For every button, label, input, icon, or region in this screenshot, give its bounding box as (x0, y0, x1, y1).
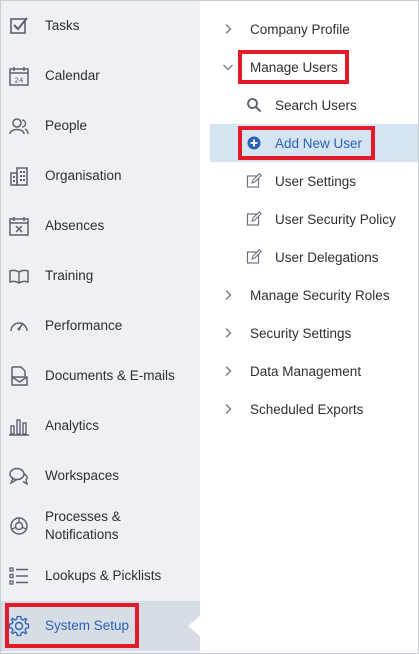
menu-item-manage-users[interactable]: Manage Users (200, 48, 418, 86)
checkbox-icon (8, 15, 30, 37)
sidebar-item-label: Tasks (45, 18, 80, 33)
menu-item-company-profile[interactable]: Company Profile (200, 10, 418, 48)
sidebar-item-label: People (45, 118, 88, 133)
gauge-icon (8, 315, 30, 337)
process-icon (8, 515, 30, 537)
chevron-right-icon (225, 327, 232, 339)
menu-item-label: Manage Users (250, 59, 338, 75)
menu-item-scheduled-exports[interactable]: Scheduled Exports (200, 390, 418, 428)
sidebar-item-label: Analytics (45, 418, 100, 433)
sidebar-item-label: System Setup (45, 618, 130, 633)
sidebar-item-organisation[interactable]: Organisation (1, 151, 200, 201)
menu-item-label: User Delegations (275, 249, 379, 265)
sidebar-item-processes[interactable]: Processes & Notifications (1, 501, 200, 551)
sidebar-item-label: Lookups & Picklists (45, 568, 162, 583)
menu-item-data-management[interactable]: Data Management (200, 352, 418, 390)
calendar-icon: 24 (8, 65, 30, 87)
sidebar-item-calendar[interactable]: 24 Calendar (1, 51, 200, 101)
sidebar-item-workspaces[interactable]: Workspaces (1, 451, 200, 501)
edit-icon (246, 249, 262, 264)
sidebar-item-absences[interactable]: Absences (1, 201, 200, 251)
gear-icon (8, 615, 30, 637)
sidebar-item-label-line1: Processes & (45, 509, 121, 524)
sidebar-item-documents[interactable]: Documents & E-mails (1, 351, 200, 401)
sidebar-item-label-line2: Notifications (45, 527, 119, 542)
menu-item-label: Company Profile (250, 21, 350, 37)
chevron-right-icon (225, 23, 232, 35)
sidebar-item-lookups[interactable]: Lookups & Picklists (1, 551, 200, 601)
menu-item-label: User Settings (275, 173, 357, 189)
menu-item-manage-security-roles[interactable]: Manage Security Roles (200, 276, 418, 314)
sidebar-item-label: Training (45, 268, 94, 283)
sidebar-item-performance[interactable]: Performance (1, 301, 200, 351)
building-icon (8, 165, 30, 187)
sidebar-item-label: Calendar (45, 68, 100, 83)
bar-chart-icon (8, 415, 30, 437)
plus-circle-icon (247, 136, 261, 150)
chevron-right-icon (225, 365, 232, 377)
sidebar: Tasks 24 Calendar People Organisation Ab… (1, 1, 201, 653)
chevron-right-icon (225, 403, 232, 415)
sidebar-item-label: Documents & E-mails (45, 368, 175, 383)
menu-item-label: Add New User (275, 135, 363, 151)
menu-item-security-settings[interactable]: Security Settings (200, 314, 418, 352)
sidebar-item-tasks[interactable]: Tasks (1, 1, 200, 51)
menu-item-label: Search Users (275, 97, 357, 113)
sidebar-item-label: Organisation (45, 168, 122, 183)
menu-item-search-users[interactable]: Search Users (200, 86, 418, 124)
sidebar-item-label: Processes & Notifications (45, 508, 121, 544)
edit-icon (246, 173, 262, 188)
calendar-x-icon (8, 215, 30, 237)
sidebar-item-analytics[interactable]: Analytics (1, 401, 200, 451)
sidebar-item-system-setup[interactable]: System Setup (1, 601, 201, 651)
sidebar-item-people[interactable]: People (1, 101, 200, 151)
document-mail-icon (8, 365, 30, 387)
sidebar-item-label: Workspaces (45, 468, 120, 483)
chevron-right-icon (225, 289, 232, 301)
book-icon (8, 265, 30, 287)
menu-item-label: Scheduled Exports (250, 401, 364, 417)
menu-item-label: Manage Security Roles (250, 287, 390, 303)
svg-text:24: 24 (15, 77, 24, 85)
menu-item-add-new-user[interactable]: Add New User (210, 124, 418, 162)
chat-bubbles-icon (8, 465, 30, 487)
setup-menu: Company Profile Manage Users Search User… (200, 1, 418, 653)
menu-item-label: Data Management (250, 363, 362, 379)
menu-item-user-delegations[interactable]: User Delegations (200, 238, 418, 276)
menu-item-user-security-policy[interactable]: User Security Policy (200, 200, 418, 238)
list-icon (8, 565, 30, 587)
search-icon (247, 98, 262, 113)
edit-icon (246, 211, 262, 226)
sidebar-item-label: Absences (45, 218, 105, 233)
app-window: Tasks 24 Calendar People Organisation Ab… (0, 0, 419, 654)
sidebar-item-training[interactable]: Training (1, 251, 200, 301)
chevron-down-icon (222, 64, 234, 71)
menu-item-label: Security Settings (250, 325, 352, 341)
sidebar-item-label: Performance (45, 318, 123, 333)
menu-item-user-settings[interactable]: User Settings (200, 162, 418, 200)
menu-item-label: User Security Policy (275, 211, 396, 227)
people-icon (8, 115, 30, 137)
